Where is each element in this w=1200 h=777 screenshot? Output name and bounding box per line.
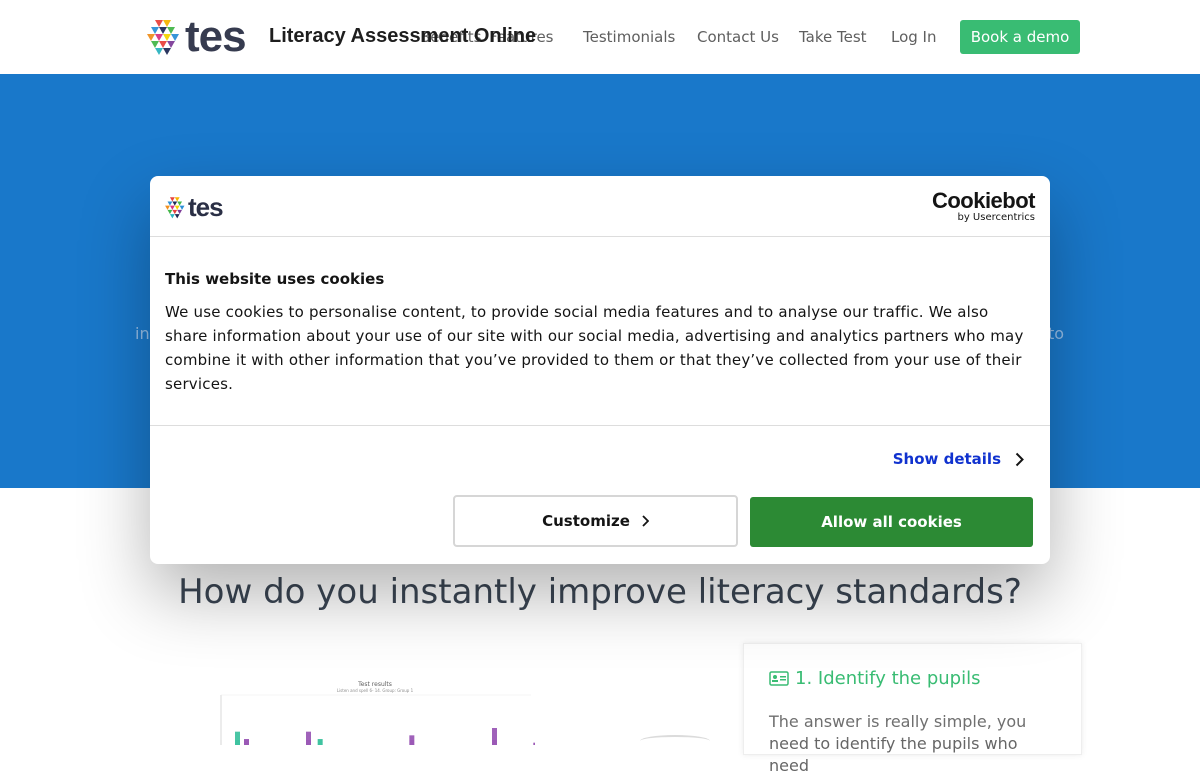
- show-details-label: Show details: [892, 450, 1001, 468]
- cookiebot-sub: by Usercentrics: [957, 212, 1035, 223]
- chart-bar: [533, 742, 535, 745]
- dialog-title: This website uses cookies: [165, 270, 385, 288]
- customize-label: Customize: [542, 512, 630, 530]
- cookiebot-brand: Cookiebot: [931, 188, 1036, 213]
- chevron-right-icon: [642, 515, 649, 527]
- dialog-divider: [150, 425, 1050, 426]
- allow-all-cookies-button[interactable]: Allow all cookies: [750, 497, 1033, 547]
- dialog-logo-wordmark: tes: [188, 192, 224, 222]
- dialog-body: We use cookies to personalise content, t…: [165, 303, 1024, 393]
- show-details-link[interactable]: Show details: [893, 450, 1024, 468]
- cookie-consent-dialog: tes Cookiebot by Usercentrics This websi…: [150, 176, 1050, 564]
- tes-logo-mark-icon: [165, 196, 185, 218]
- cookiebot-logo[interactable]: Cookiebot by Usercentrics: [931, 188, 1036, 224]
- dialog-header: tes Cookiebot by Usercentrics: [150, 176, 1050, 237]
- dialog-tes-logo: tes: [165, 192, 224, 222]
- chevron-right-icon: [1015, 452, 1024, 466]
- site-title[interactable]: Literacy Assessment Online: [269, 25, 536, 48]
- customize-button[interactable]: Customize: [453, 495, 738, 547]
